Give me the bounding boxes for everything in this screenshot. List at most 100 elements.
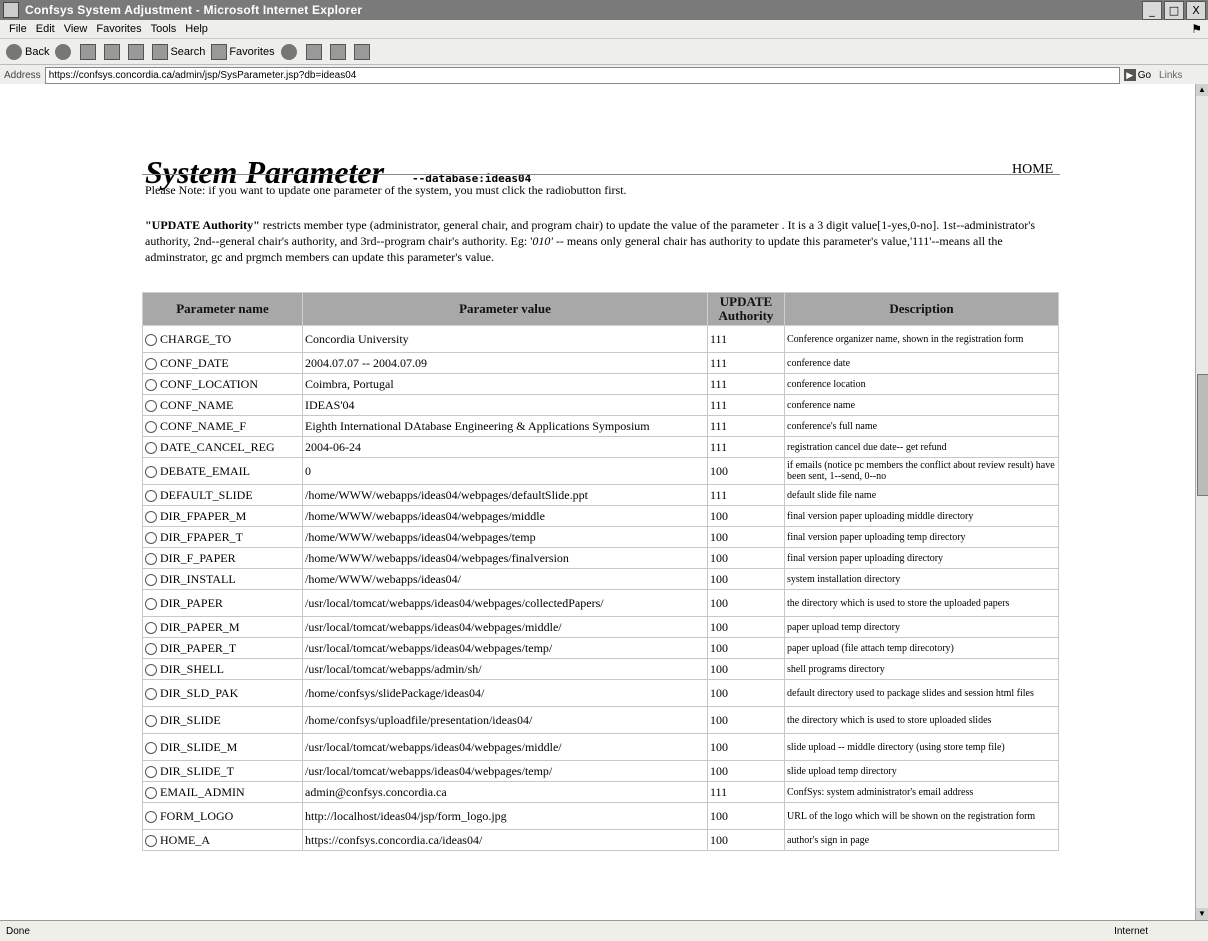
table-row: CONF_NAME_F Eighth International DAtabase… — [142, 415, 1059, 437]
update-authority: 100 — [707, 829, 785, 851]
update-authority: 100 — [707, 589, 785, 617]
parameter-name-cell: CHARGE_TO — [142, 325, 303, 353]
select-radio[interactable] — [145, 399, 157, 412]
select-radio[interactable] — [145, 552, 157, 565]
select-radio[interactable] — [145, 441, 157, 454]
select-radio[interactable] — [145, 786, 157, 799]
parameter-name: CHARGE_TO — [160, 331, 232, 346]
parameter-name-cell: DIR_PAPER_M — [142, 616, 303, 638]
links-button[interactable]: Links — [1159, 70, 1182, 81]
select-radio[interactable] — [145, 531, 157, 544]
table-row: CONF_NAME IDEAS'04 111 conference name — [142, 394, 1059, 416]
history-button[interactable] — [280, 44, 300, 60]
favorites-button[interactable]: Favorites — [211, 44, 275, 60]
scroll-up-icon[interactable]: ▲ — [1196, 84, 1208, 96]
select-radio[interactable] — [145, 420, 157, 433]
forward-button[interactable] — [55, 44, 74, 60]
parameter-description: ConfSys: system administrator's email ad… — [784, 781, 1059, 803]
select-radio[interactable] — [145, 465, 157, 478]
refresh-button[interactable] — [104, 44, 122, 60]
select-radio[interactable] — [145, 597, 157, 610]
mail-button[interactable] — [305, 44, 324, 60]
scroll-down-icon[interactable]: ▼ — [1196, 908, 1208, 920]
parameter-description: if emails (notice pc members the conflic… — [784, 457, 1059, 485]
menu-edit[interactable]: Edit — [36, 23, 55, 35]
toolbar: Back Search Favorites — [0, 38, 1208, 65]
select-radio[interactable] — [145, 357, 157, 370]
home-link[interactable]: HOME — [1012, 162, 1053, 178]
search-button[interactable]: Search — [152, 44, 205, 60]
print-button[interactable] — [329, 44, 348, 60]
go-button[interactable]: ▶ Go — [1123, 69, 1151, 81]
select-radio[interactable] — [145, 765, 157, 778]
table-row: HOME_A https://confsys.concordia.ca/ideas… — [142, 829, 1059, 851]
select-radio[interactable] — [145, 834, 157, 847]
table-row: DIR_F_PAPER/home/WWW/webapps/ideas04/web… — [142, 547, 1059, 569]
print-icon — [329, 44, 346, 60]
update-authority: 111 — [707, 415, 785, 437]
parameter-name-cell: DATE_CANCEL_REG — [142, 436, 303, 458]
mail-icon — [305, 44, 322, 60]
menu-favorites[interactable]: Favorites — [96, 23, 141, 35]
parameter-description: slide upload -- middle directory (using … — [784, 733, 1059, 761]
vertical-scrollbar[interactable]: ▲ ▼ — [1195, 84, 1208, 920]
menu-file[interactable]: File — [9, 23, 27, 35]
header-parameter-value: Parameter value — [302, 292, 708, 326]
parameter-description: system installation directory — [784, 568, 1059, 590]
page-content: System Parameter --database:ideas04 HOME… — [0, 84, 1196, 920]
forward-arrow-icon — [55, 44, 72, 60]
select-radio[interactable] — [145, 810, 157, 823]
parameter-description: final version paper uploading middle dir… — [784, 505, 1059, 527]
parameter-name: DEFAULT_SLIDE — [160, 487, 253, 502]
select-radio[interactable] — [145, 621, 157, 634]
parameter-name-cell: DIR_INSTALL — [142, 568, 303, 590]
edit-button[interactable] — [353, 44, 372, 60]
address-input[interactable]: https://confsys.concordia.ca/admin/jsp/S… — [44, 66, 1120, 84]
parameter-name-cell: CONF_NAME — [142, 394, 303, 416]
close-button[interactable]: X — [1186, 1, 1206, 20]
parameter-name: DIR_SLIDE — [160, 712, 221, 727]
parameter-description: default slide file name — [784, 484, 1059, 506]
select-radio[interactable] — [145, 378, 157, 391]
select-radio[interactable] — [145, 714, 157, 727]
update-authority: 111 — [707, 484, 785, 506]
scroll-thumb[interactable] — [1197, 374, 1208, 496]
update-authority: 100 — [707, 733, 785, 761]
select-radio[interactable] — [145, 741, 157, 754]
back-button[interactable]: Back — [6, 44, 49, 60]
menu-help[interactable]: Help — [185, 23, 208, 35]
parameter-value: IDEAS'04 — [302, 394, 708, 416]
menu-view[interactable]: View — [64, 23, 88, 35]
parameter-name-cell: CONF_NAME_F — [142, 415, 303, 437]
select-radio[interactable] — [145, 573, 157, 586]
parameter-name-cell: CONF_DATE — [142, 352, 303, 374]
parameter-value: Coimbra, Portugal — [302, 373, 708, 395]
parameter-name: DIR_PAPER_M — [160, 619, 240, 634]
history-icon — [280, 44, 297, 60]
select-radio[interactable] — [145, 642, 157, 655]
stop-button[interactable] — [80, 44, 98, 60]
select-radio[interactable] — [145, 663, 157, 676]
parameter-name-cell: DEFAULT_SLIDE — [142, 484, 303, 506]
select-radio[interactable] — [145, 333, 157, 346]
update-authority: 100 — [707, 505, 785, 527]
parameter-value: /home/WWW/webapps/ideas04/webpages/defau… — [302, 484, 708, 506]
select-radio[interactable] — [145, 489, 157, 502]
security-zone: Internet — [1114, 925, 1148, 937]
table-row: CONF_LOCATION Coimbra, Portugal 111 confere… — [142, 373, 1059, 395]
back-arrow-icon — [6, 44, 22, 60]
parameter-value: /home/WWW/webapps/ideas04/webpages/final… — [302, 547, 708, 569]
select-radio[interactable] — [145, 687, 157, 700]
home-button[interactable] — [128, 44, 146, 60]
star-icon — [211, 44, 228, 60]
note-radiobutton: Please Note: if you want to update one p… — [145, 183, 627, 197]
select-radio[interactable] — [145, 510, 157, 523]
parameter-name-cell: DIR_FPAPER_T — [142, 526, 303, 548]
parameter-name-cell: DIR_SHELL — [142, 658, 303, 680]
parameter-value: 2004-06-24 — [302, 436, 708, 458]
maximize-button[interactable]: □ — [1164, 1, 1184, 20]
window-controls: _ □ X — [1142, 1, 1206, 20]
parameter-name-cell: HOME_A — [142, 829, 303, 851]
menu-tools[interactable]: Tools — [151, 23, 177, 35]
minimize-button[interactable]: _ — [1142, 1, 1162, 20]
